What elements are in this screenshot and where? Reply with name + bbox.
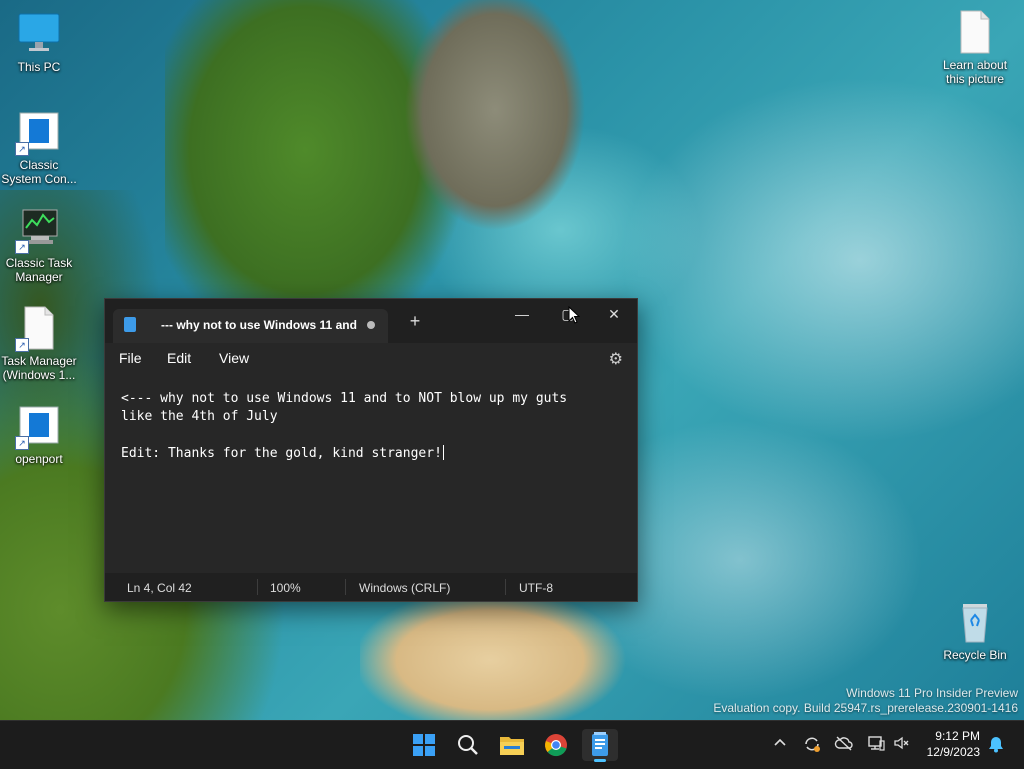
status-cursor-position: Ln 4, Col 42 [127,581,192,595]
desktop-icon-classic-system-control[interactable]: ↗ Classic System Con... [1,108,77,186]
onedrive-cloud-icon[interactable] [834,735,854,755]
status-line-ending: Windows (CRLF) [359,581,451,595]
taskbar-clock[interactable]: 9:12 PM 12/9/2023 [927,728,980,760]
search-icon[interactable] [450,729,486,761]
desktop-icon-this-pc[interactable]: This PC [1,10,77,74]
desktop-icon-label: Task Manager (Windows 1... [1,354,77,382]
desktop-icon-classic-task-manager[interactable]: ↗ Classic Task Manager [1,206,77,284]
notepad-titlebar[interactable]: --- why not to use Windows 11 and + — ▢ … [105,299,637,343]
notification-bell-icon[interactable] [986,735,1006,755]
shortcut-arrow-icon: ↗ [15,436,29,450]
taskbar: 9:12 PM 12/9/2023 [0,720,1024,769]
chrome-icon[interactable] [538,729,574,761]
tab-title: --- why not to use Windows 11 and [161,318,357,332]
status-bar: Ln 4, Col 42 100% Windows (CRLF) UTF-8 [105,573,637,601]
network-icon[interactable] [866,735,886,755]
status-zoom: 100% [270,581,301,595]
shortcut-arrow-icon: ↗ [15,338,29,352]
menu-file[interactable]: File [119,350,142,366]
app-window-icon: ↗ [15,402,63,450]
desktop-icon-learn-about-picture[interactable]: Learn about this picture [937,8,1013,86]
menu-bar: File Edit View ⚙ [105,343,637,373]
desktop-icon-recycle-bin[interactable]: Recycle Bin [937,598,1013,662]
new-tab-button[interactable]: + [405,311,425,332]
editor-line: like the 4th of July [121,409,278,424]
status-divider [257,579,258,595]
menu-edit[interactable]: Edit [167,350,191,366]
desktop-icon-label: This PC [17,60,61,74]
desktop-icon-label: Learn about this picture [942,58,1008,86]
desktop-icon-label: openport [15,452,63,466]
file-explorer-icon[interactable] [494,729,530,761]
wallpaper-beach [360,590,660,720]
editor-line-with-caret: Edit: Thanks for the gold, kind stranger… [121,445,444,461]
status-encoding: UTF-8 [519,581,553,595]
clock-date: 12/9/2023 [926,745,980,759]
status-divider [505,579,506,595]
notepad-icon [124,317,136,332]
mouse-pointer-icon [568,305,581,327]
desktop-icon-task-manager-windows[interactable]: ↗ Task Manager (Windows 1... [1,304,77,382]
close-button[interactable]: ✕ [591,299,637,329]
task-manager-icon: ↗ [15,206,63,254]
clock-time: 9:12 PM [935,729,980,743]
blank-file-icon [951,8,999,56]
text-editor[interactable]: <--- why not to use Windows 11 and to NO… [105,373,637,571]
desktop-icon-label: Classic System Con... [1,158,77,186]
control-panel-icon: ↗ [15,108,63,156]
windows-start-icon[interactable] [406,729,442,761]
active-indicator [594,759,606,762]
notepad-icon[interactable] [582,729,618,762]
unsaved-dot-icon [367,321,375,329]
blank-file-icon: ↗ [15,304,63,352]
desktop-icon-openport[interactable]: ↗ openport [1,402,77,466]
watermark-build: Evaluation copy. Build 25947.rs_prerelea… [713,701,1018,715]
shortcut-arrow-icon: ↗ [15,142,29,156]
text-caret [442,445,444,460]
sync-icon[interactable] [802,735,822,755]
minimize-button[interactable]: — [499,299,545,329]
desktop-icon-label: Classic Task Manager [5,256,73,284]
monitor-icon [15,10,63,58]
settings-gear-icon[interactable]: ⚙ [609,349,623,369]
menu-view[interactable]: View [219,350,249,366]
shortcut-arrow-icon: ↗ [15,240,29,254]
windows-watermark: Windows 11 Pro Insider Preview Evaluatio… [713,686,1018,716]
recycle-bin-icon [951,598,999,646]
status-divider [345,579,346,595]
editor-line: Edit: Thanks for the gold, kind stranger… [121,446,442,461]
desktop-icon-label: Recycle Bin [943,648,1007,662]
volume-muted-icon[interactable] [892,735,912,755]
notepad-window[interactable]: --- why not to use Windows 11 and + — ▢ … [104,298,638,602]
chevron-up-icon[interactable] [770,735,790,755]
watermark-edition: Windows 11 Pro Insider Preview [846,686,1018,700]
tab-document[interactable]: --- why not to use Windows 11 and [113,309,388,343]
editor-line: <--- why not to use Windows 11 and to NO… [121,391,568,406]
